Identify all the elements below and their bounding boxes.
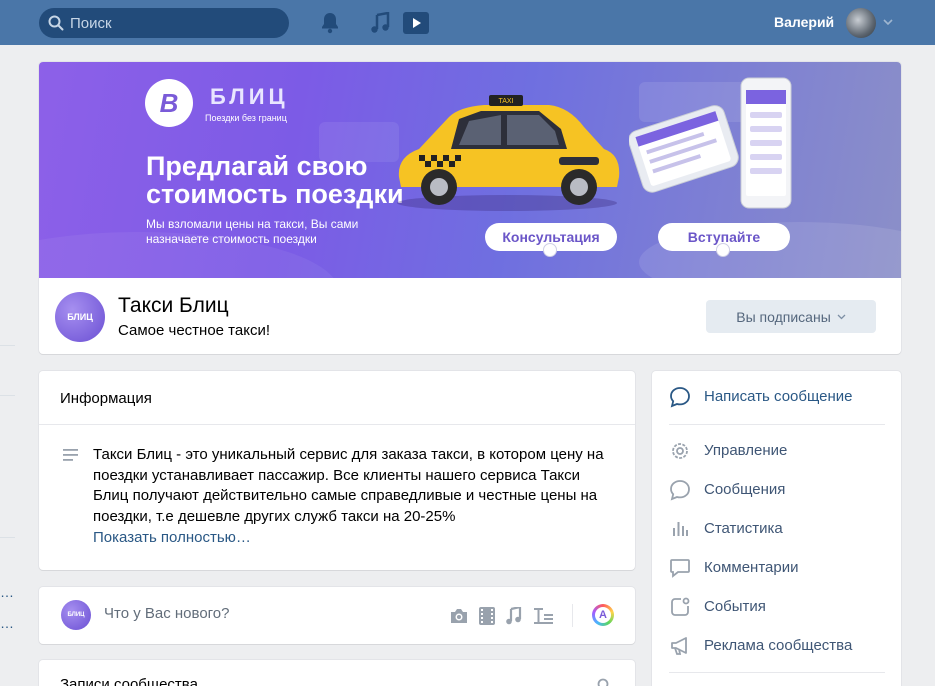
menu-label: События	[704, 598, 766, 615]
post-separator	[572, 604, 573, 627]
user-avatar[interactable]	[846, 8, 876, 38]
subscribed-button[interactable]: Вы подписаны	[706, 300, 876, 333]
wall-card: Записи сообщества	[39, 660, 635, 686]
left-truncated-link[interactable]: …	[0, 615, 14, 631]
gear-icon	[669, 440, 691, 462]
group-actions-menu: Написать сообщение Управление Сообщения …	[652, 371, 901, 686]
group-cover: B БЛИЦ Поездки без границ Предлагай свою…	[39, 62, 901, 278]
car-taxi-sign: TAXI	[498, 98, 513, 105]
camera-icon[interactable]	[448, 605, 470, 627]
cover-headline: Предлагай свою стоимость поездки	[146, 151, 404, 209]
user-name[interactable]: Валерий	[774, 14, 834, 30]
music-icon[interactable]	[503, 605, 525, 627]
menu-label: Реклама сообщества	[704, 637, 853, 654]
message-icon	[669, 479, 691, 501]
poster-icon[interactable]: A	[592, 604, 614, 626]
menu-item-events[interactable]: События	[652, 590, 901, 624]
top-navigation-bar: Валерий	[0, 0, 935, 45]
left-divider	[0, 537, 15, 538]
brand-logo: B	[145, 79, 193, 127]
search-icon	[48, 15, 64, 31]
button-dot	[543, 243, 557, 257]
join-button[interactable]: Вступайте	[658, 223, 790, 257]
write-message-button[interactable]: Написать сообщение	[652, 380, 901, 414]
left-truncated-link[interactable]: …	[0, 584, 14, 600]
show-more-link[interactable]: Показать полностью…	[93, 529, 251, 546]
chevron-down-icon	[837, 314, 846, 319]
search-box[interactable]	[39, 8, 289, 38]
menu-item-ads[interactable]: Реклама сообщества	[652, 629, 901, 663]
bell-icon[interactable]	[318, 11, 342, 35]
new-post-box: БЛИЦ A	[39, 587, 635, 644]
search-icon[interactable]	[597, 678, 611, 686]
stats-icon	[669, 518, 691, 540]
info-description: Такси Блиц - это уникальный сервис для з…	[93, 446, 604, 525]
group-avatar[interactable]: БЛИЦ	[55, 292, 105, 342]
cover-subtext: Мы взломали цены на такси, Вы сами назна…	[146, 217, 359, 246]
app-phones-image	[629, 77, 792, 209]
video-icon[interactable]	[403, 11, 429, 35]
menu-item-statistics[interactable]: Статистика	[652, 512, 901, 546]
write-message-label: Написать сообщение	[704, 388, 853, 405]
menu-label: Сообщения	[704, 481, 786, 498]
group-header-card: B БЛИЦ Поездки без границ Предлагай свою…	[39, 62, 901, 354]
brand-name: БЛИЦ	[210, 84, 289, 109]
megaphone-icon	[669, 635, 691, 657]
menu-label: Комментарии	[704, 559, 799, 576]
left-divider	[0, 345, 15, 346]
new-post-input[interactable]	[104, 605, 404, 622]
menu-divider	[669, 424, 885, 425]
group-name: Такси Блиц	[118, 294, 229, 317]
music-icon[interactable]	[368, 11, 392, 35]
brand-tagline: Поездки без границ	[205, 113, 287, 123]
left-divider	[0, 395, 15, 396]
comment-icon	[669, 557, 691, 579]
consultation-button[interactable]: Консультация	[485, 223, 617, 257]
info-card: Информация Такси Блиц - это уникальный с…	[39, 371, 635, 570]
taxi-car-image: TAXI	[397, 95, 620, 211]
events-icon	[669, 596, 691, 618]
menu-divider	[669, 672, 885, 673]
description-icon	[63, 449, 78, 461]
button-dot	[716, 243, 730, 257]
group-status: Самое честное такси!	[118, 322, 270, 339]
video-film-icon[interactable]	[476, 605, 498, 627]
chevron-down-icon[interactable]	[883, 19, 893, 26]
info-title: Информация	[60, 390, 152, 407]
menu-item-manage[interactable]: Управление	[652, 434, 901, 468]
wall-title: Записи сообщества	[60, 676, 198, 686]
search-input[interactable]	[70, 14, 270, 32]
message-icon	[669, 386, 691, 408]
info-divider	[39, 424, 635, 425]
article-icon[interactable]	[533, 605, 555, 627]
post-author-avatar: БЛИЦ	[61, 600, 91, 630]
subscribed-label: Вы подписаны	[736, 308, 831, 325]
menu-label: Управление	[704, 442, 788, 459]
menu-item-messages[interactable]: Сообщения	[652, 473, 901, 507]
menu-item-comments[interactable]: Комментарии	[652, 551, 901, 585]
menu-label: Статистика	[704, 520, 783, 537]
